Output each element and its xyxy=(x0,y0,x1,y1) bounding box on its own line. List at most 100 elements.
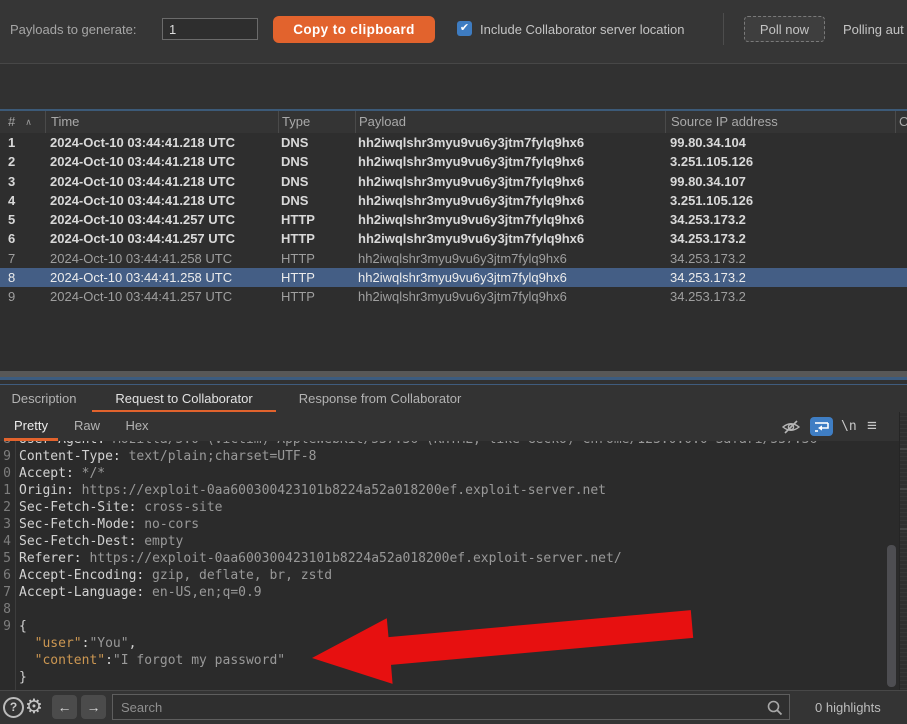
table-row[interactable]: 32024-Oct-10 03:44:41.218 UTCDNShh2iwqls… xyxy=(0,172,907,191)
editor-line: 2Sec-Fetch-Site: cross-site xyxy=(0,500,899,517)
line-number: 3 xyxy=(0,517,11,532)
cell-payload: hh2iwqlshr3myu9vu6y3jtm7fylq9hx6 xyxy=(355,133,665,152)
cell-payload: hh2iwqlshr3myu9vu6y3jtm7fylq9hx6 xyxy=(355,191,665,210)
tab-raw[interactable]: Raw xyxy=(62,412,112,440)
tab-response-from-collaborator[interactable]: Response from Collaborator xyxy=(280,385,480,413)
strip-divider xyxy=(900,488,907,490)
cell-ip: 34.253.173.2 xyxy=(665,229,895,248)
editor-line: 9{ xyxy=(0,619,899,636)
cell-time: 2024-Oct-10 03:44:41.218 UTC xyxy=(45,191,278,210)
results-table-header: #∧ Time Type Payload Source IP address C xyxy=(0,109,907,135)
cell-id: 4 xyxy=(0,191,45,210)
cell-time: 2024-Oct-10 03:44:41.257 UTC xyxy=(45,287,278,306)
table-row[interactable]: 62024-Oct-10 03:44:41.257 UTCHTTPhh2iwql… xyxy=(0,229,907,248)
cell-ip: 3.251.105.126 xyxy=(665,191,895,210)
editor-scrollbar[interactable] xyxy=(887,545,896,687)
line-number: 5 xyxy=(0,551,11,566)
strip-divider xyxy=(900,448,907,450)
editor-line: 9Content-Type: text/plain;charset=UTF-8 xyxy=(0,449,899,466)
cell-comment xyxy=(895,229,907,248)
cell-type: HTTP xyxy=(278,287,355,306)
cell-type: HTTP xyxy=(278,268,355,287)
cell-id: 9 xyxy=(0,287,45,306)
editor-line: 5Referer: https://exploit-0aa60030042310… xyxy=(0,551,899,568)
poll-now-button[interactable]: Poll now xyxy=(744,16,825,42)
column-header-comment[interactable]: C xyxy=(895,111,907,135)
tab-pretty[interactable]: Pretty xyxy=(0,412,62,440)
inspector-collapsed-strip[interactable] xyxy=(899,412,907,724)
panel-focus-border xyxy=(0,377,907,380)
copy-to-clipboard-button[interactable]: Copy to clipboard xyxy=(273,16,435,43)
cell-time: 2024-Oct-10 03:44:41.258 UTC xyxy=(45,268,278,287)
cell-type: HTTP xyxy=(278,229,355,248)
line-number: 1 xyxy=(0,483,11,498)
line-number: 2 xyxy=(0,500,11,515)
cell-type: HTTP xyxy=(278,249,355,268)
cell-id: 3 xyxy=(0,172,45,191)
line-number: 9 xyxy=(0,449,11,464)
soft-wrap-icon[interactable] xyxy=(810,417,833,436)
editor-line: } xyxy=(0,670,899,687)
next-match-button[interactable]: → xyxy=(81,695,106,719)
column-header-source-ip[interactable]: Source IP address xyxy=(665,111,895,135)
editor-line: "user":"You", xyxy=(0,636,899,653)
cell-time: 2024-Oct-10 03:44:41.218 UTC xyxy=(45,133,278,152)
cell-comment xyxy=(895,249,907,268)
cell-ip: 34.253.173.2 xyxy=(665,268,895,287)
newline-icon[interactable]: \n xyxy=(841,417,857,436)
editor-search-bar: ? ⚙ ← → 0 highlights xyxy=(0,690,907,724)
cell-type: HTTP xyxy=(278,210,355,229)
editor-line: 6Accept-Encoding: gzip, deflate, br, zst… xyxy=(0,568,899,585)
cell-ip: 34.253.173.2 xyxy=(665,287,895,306)
cell-ip: 34.253.173.2 xyxy=(665,249,895,268)
cell-type: DNS xyxy=(278,172,355,191)
results-table-body: 12024-Oct-10 03:44:41.218 UTCDNShh2iwqls… xyxy=(0,133,907,371)
table-row[interactable]: 82024-Oct-10 03:44:41.258 UTCHTTPhh2iwql… xyxy=(0,268,907,287)
check-icon: ✔ xyxy=(460,22,469,34)
table-row[interactable]: 72024-Oct-10 03:44:41.258 UTCHTTPhh2iwql… xyxy=(0,249,907,268)
cell-id: 1 xyxy=(0,133,45,152)
table-row[interactable]: 52024-Oct-10 03:44:41.257 UTCHTTPhh2iwql… xyxy=(0,210,907,229)
gutter-separator xyxy=(15,441,16,690)
column-header-number[interactable]: #∧ xyxy=(0,111,45,135)
message-tab-bar: Description Request to Collaborator Resp… xyxy=(0,384,907,414)
menu-icon[interactable]: ≡ xyxy=(867,414,877,438)
table-row[interactable]: 22024-Oct-10 03:44:41.218 UTCDNShh2iwqls… xyxy=(0,152,907,171)
tab-description[interactable]: Description xyxy=(0,385,88,413)
cell-id: 7 xyxy=(0,249,45,268)
line-number: 8 xyxy=(0,602,11,617)
payloads-count-input[interactable] xyxy=(162,18,258,40)
column-header-type[interactable]: Type xyxy=(278,111,355,135)
search-input[interactable] xyxy=(113,695,777,719)
gear-icon[interactable]: ⚙ xyxy=(25,693,43,721)
column-header-payload[interactable]: Payload xyxy=(355,111,665,135)
table-row[interactable]: 92024-Oct-10 03:44:41.257 UTCHTTPhh2iwql… xyxy=(0,287,907,306)
cell-comment xyxy=(895,210,907,229)
include-location-checkbox[interactable]: ✔ xyxy=(457,21,472,36)
tab-hex[interactable]: Hex xyxy=(112,412,162,440)
cell-type: DNS xyxy=(278,152,355,171)
table-row[interactable]: 12024-Oct-10 03:44:41.218 UTCDNShh2iwqls… xyxy=(0,133,907,152)
polling-status-label: Polling aut xyxy=(843,22,904,37)
strip-divider xyxy=(900,528,907,530)
cell-ip: 99.80.34.104 xyxy=(665,133,895,152)
request-editor[interactable]: 8User-Agent: Mozilla/5.0 (Victim) AppleW… xyxy=(0,441,899,690)
cell-payload: hh2iwqlshr3myu9vu6y3jtm7fylq9hx6 xyxy=(355,172,665,191)
editor-line: 8User-Agent: Mozilla/5.0 (Victim) AppleW… xyxy=(0,441,899,449)
toolbar-divider xyxy=(723,13,724,45)
line-number: 7 xyxy=(0,585,11,600)
previous-match-button[interactable]: ← xyxy=(52,695,77,719)
help-icon[interactable]: ? xyxy=(3,697,24,718)
table-row[interactable]: 42024-Oct-10 03:44:41.218 UTCDNShh2iwqls… xyxy=(0,191,907,210)
cell-comment xyxy=(895,287,907,306)
cell-payload: hh2iwqlshr3myu9vu6y3jtm7fylq9hx6 xyxy=(355,268,665,287)
cell-id: 5 xyxy=(0,210,45,229)
editor-line: "content":"I forgot my password" xyxy=(0,653,899,670)
tab-request-to-collaborator[interactable]: Request to Collaborator xyxy=(88,385,280,413)
hide-nonprinting-icon[interactable] xyxy=(781,419,801,438)
editor-line: 8 xyxy=(0,602,899,619)
editor-line: 7Accept-Language: en-US,en;q=0.9 xyxy=(0,585,899,602)
cell-id: 6 xyxy=(0,229,45,248)
cell-ip: 99.80.34.107 xyxy=(665,172,895,191)
column-header-time[interactable]: Time xyxy=(45,111,278,135)
